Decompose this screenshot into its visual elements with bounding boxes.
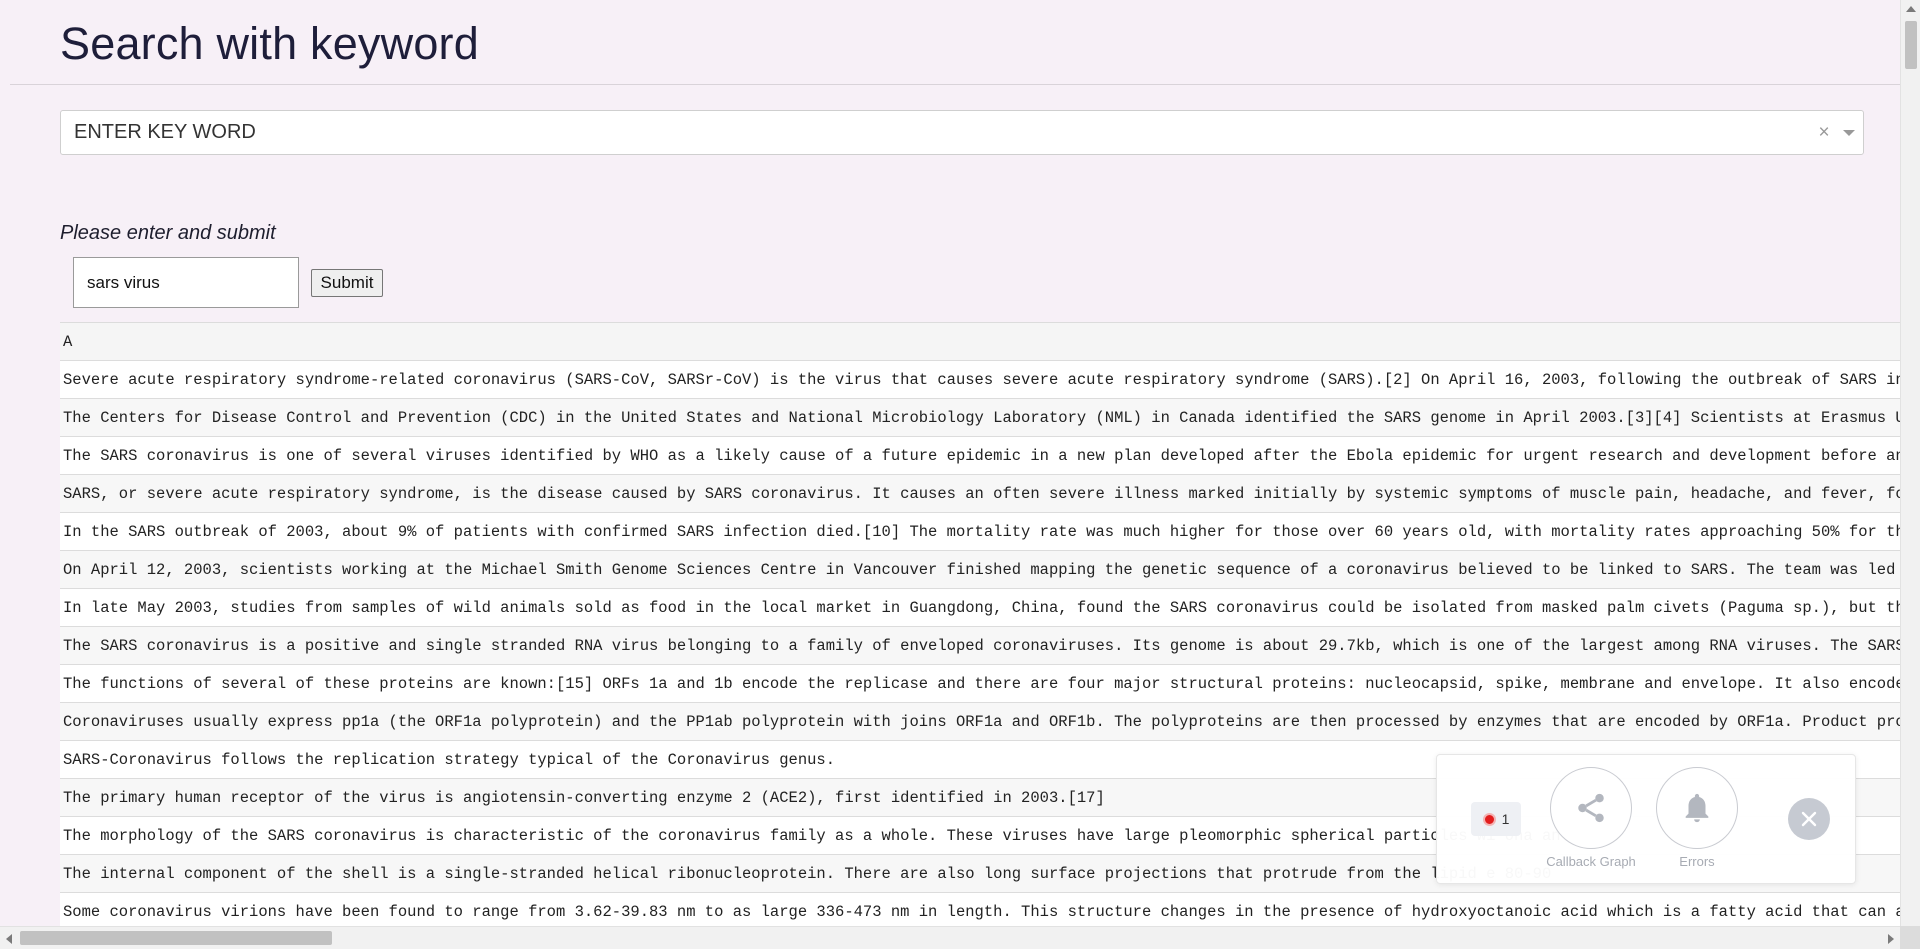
keyword-dropdown[interactable]: ENTER KEY WORD × [60,110,1864,155]
title-divider [10,84,1900,85]
table-row: The SARS coronavirus is one of several v… [60,436,1900,475]
table-row: The SARS coronavirus is a positive and s… [60,626,1900,665]
horizontal-scrollbar[interactable] [0,926,1900,949]
table-row: The Centers for Disease Control and Prev… [60,398,1900,437]
table-cell: The Centers for Disease Control and Prev… [60,398,1900,437]
close-icon [1801,811,1817,827]
table-cell: SARS, or severe acute respiratory syndro… [60,474,1900,513]
submit-prompt: Please enter and submit [60,222,276,244]
table-cell: Some coronavirus virions have been found… [60,892,1900,926]
table-row: In the SARS outbreak of 2003, about 9% o… [60,512,1900,551]
table-cell: Coronaviruses usually express pp1a (the … [60,702,1900,741]
horizontal-scroll-thumb[interactable] [20,931,332,945]
table-cell: In late May 2003, studies from samples o… [60,588,1900,627]
scroll-right-icon[interactable] [1888,934,1894,944]
table-row: The functions of several of these protei… [60,664,1900,703]
table-cell: The SARS coronavirus is one of several v… [60,436,1900,475]
error-count-badge[interactable]: 1 [1471,802,1521,836]
scroll-left-icon[interactable] [6,934,12,944]
table-row: In late May 2003, studies from samples o… [60,588,1900,627]
table-cell: The functions of several of these protei… [60,664,1900,703]
callback-graph-tool[interactable]: Callback Graph [1541,767,1641,869]
errors-tool[interactable]: Errors [1647,767,1747,869]
error-dot-icon [1482,812,1496,826]
clear-icon[interactable]: × [1813,122,1835,144]
scroll-up-icon[interactable] [1906,6,1916,12]
scrollbar-corner [1900,926,1920,949]
error-count: 1 [1501,811,1510,827]
page-title: Search with keyword [60,18,479,69]
table-cell: Severe acute respiratory syndrome-relate… [60,360,1900,399]
errors-button[interactable] [1656,767,1738,849]
dropdown-value: ENTER KEY WORD [74,121,256,143]
share-icon [1578,793,1604,823]
errors-label: Errors [1679,854,1715,869]
table-row: Coronaviruses usually express pp1a (the … [60,702,1900,741]
page: Search with keyword ENTER KEY WORD × Ple… [0,0,1920,949]
column-header: A [60,322,1900,361]
table-row: Some coronavirus virions have been found… [60,892,1900,926]
search-input[interactable] [73,257,299,308]
table-header-row: A [60,322,1900,361]
submit-button[interactable]: Submit [311,269,383,297]
table-cell: On April 12, 2003, scientists working at… [60,550,1900,589]
table-row: SARS, or severe acute respiratory syndro… [60,474,1900,513]
debug-toolbar: 1 Callback Graph Errors [1436,754,1856,884]
vertical-scroll-thumb[interactable] [1905,21,1917,69]
bell-icon [1685,793,1709,823]
callback-graph-label: Callback Graph [1546,854,1636,869]
callback-graph-button[interactable] [1550,767,1632,849]
chevron-down-icon[interactable] [1835,129,1863,136]
table-cell: The SARS coronavirus is a positive and s… [60,626,1900,665]
close-debug-button[interactable] [1788,798,1830,840]
table-cell: In the SARS outbreak of 2003, about 9% o… [60,512,1900,551]
table-row: On April 12, 2003, scientists working at… [60,550,1900,589]
vertical-scrollbar[interactable] [1900,0,1920,949]
table-row: Severe acute respiratory syndrome-relate… [60,360,1900,399]
